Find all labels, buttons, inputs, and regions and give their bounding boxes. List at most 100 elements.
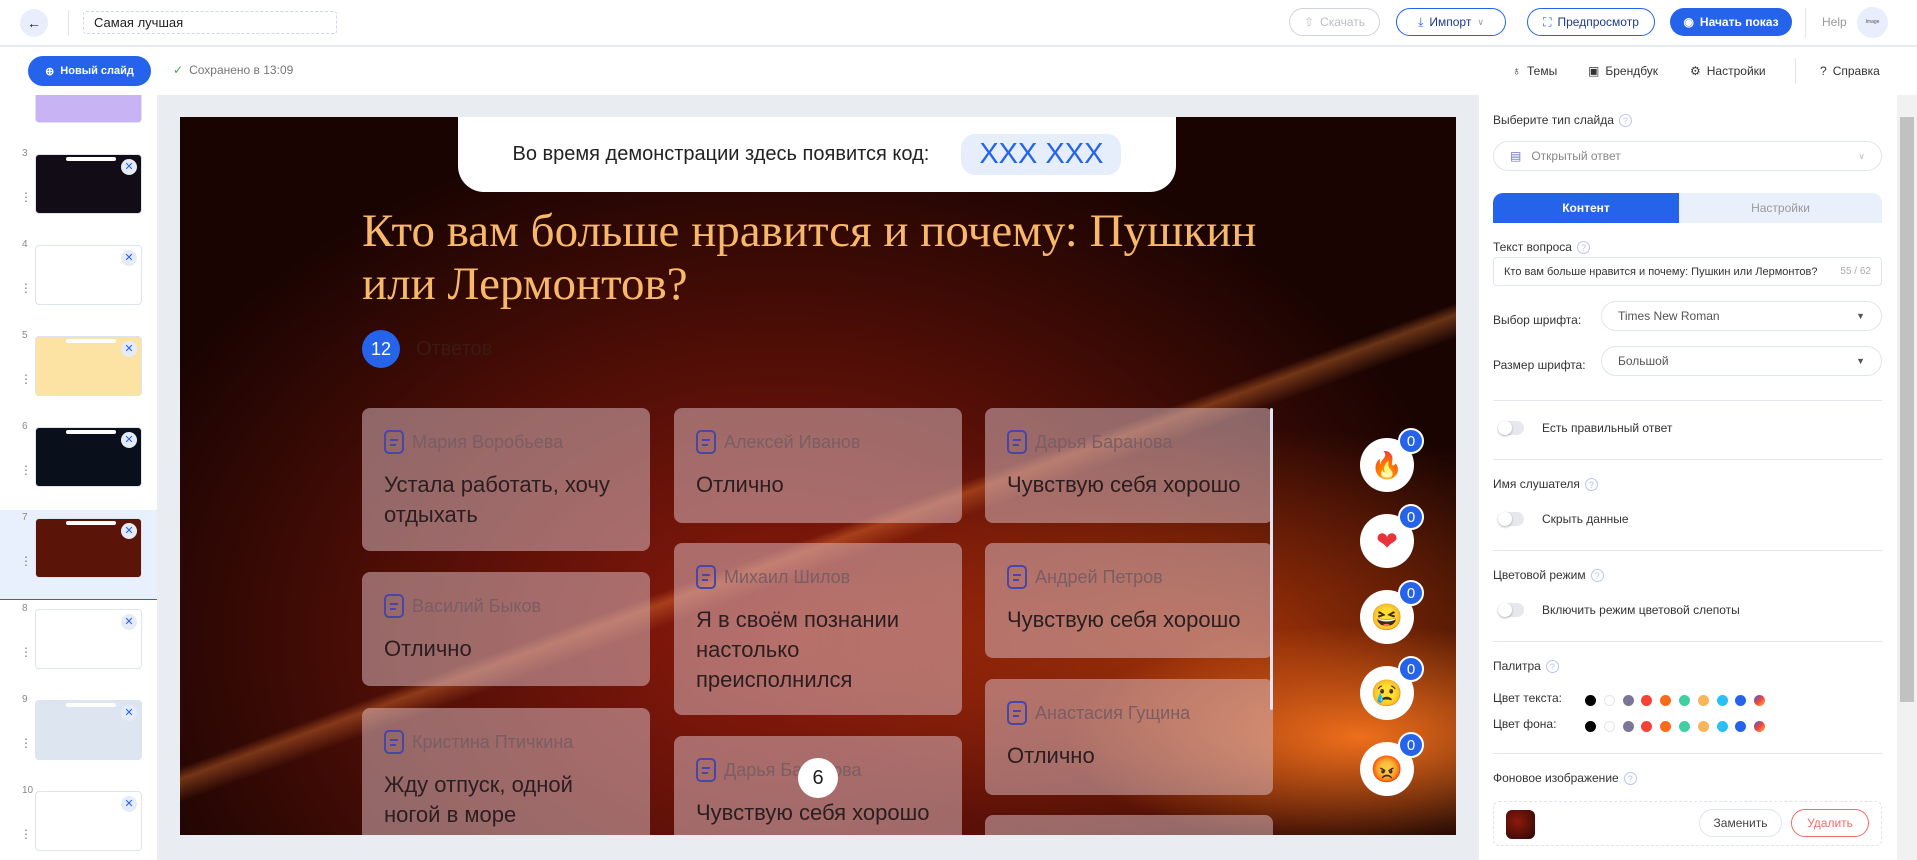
bg-color-swatch[interactable] <box>1641 721 1653 732</box>
scrollbar-thumb[interactable] <box>1900 117 1914 702</box>
question-input[interactable]: Кто вам больше нравится и почему: Пушкин… <box>1493 257 1882 286</box>
drag-handle-icon[interactable]: ⋮ <box>20 191 32 203</box>
slide-thumbnail-item[interactable]: 10 ✕ ⋮ <box>0 783 157 860</box>
download-button[interactable]: ⇧ Скачать <box>1289 8 1380 36</box>
drag-handle-icon[interactable]: ⋮ <box>20 373 32 385</box>
text-color-swatch[interactable] <box>1754 695 1766 706</box>
close-icon[interactable]: ✕ <box>121 250 137 266</box>
settings-button[interactable]: ⚙ Настройки <box>1690 64 1766 78</box>
bg-color-swatch[interactable] <box>1697 721 1709 732</box>
delete-button[interactable]: Удалить <box>1791 809 1869 837</box>
drag-handle-icon[interactable]: ⋮ <box>20 464 32 476</box>
close-icon[interactable]: ✕ <box>121 523 137 539</box>
close-icon[interactable]: ✕ <box>121 159 137 175</box>
hide-data-toggle[interactable] <box>1498 512 1524 526</box>
slide-canvas[interactable]: Во время демонстрации здесь появится код… <box>180 117 1456 835</box>
preview-button[interactable]: ⛶ Предпросмотр <box>1527 8 1655 36</box>
slide-thumbnail-item[interactable]: 8 ✕ ⋮ <box>0 601 157 692</box>
slide-thumbnail[interactable]: ✕ <box>35 95 142 123</box>
drag-handle-icon[interactable]: ⋮ <box>20 555 32 567</box>
slide-thumbnail-item[interactable]: 5 ✕ ⋮ <box>0 328 157 419</box>
reaction-count: 0 <box>1398 428 1424 454</box>
slide-title[interactable]: Кто вам больше нравится и почему: Пушкин… <box>362 205 1262 311</box>
font-select[interactable]: Times New Roman ▼ <box>1601 301 1882 331</box>
bg-color-swatch[interactable] <box>1679 721 1690 732</box>
help-icon[interactable]: ? <box>1590 568 1604 582</box>
reaction-button[interactable]: 😆 0 <box>1360 580 1424 644</box>
cards-scrollbar[interactable] <box>1270 408 1273 710</box>
replace-button[interactable]: Заменить <box>1699 809 1782 837</box>
slide-thumbnail-item[interactable]: 4 ✕ ⋮ <box>0 237 157 328</box>
help-icon[interactable]: ? <box>1576 240 1590 254</box>
avatar[interactable]: Image <box>1857 7 1888 38</box>
reaction-button[interactable]: ❤ 0 <box>1360 504 1424 568</box>
reference-button[interactable]: ? Справка <box>1820 64 1880 78</box>
bg-color-swatch[interactable] <box>1754 721 1766 732</box>
slide-thumbnail-item[interactable]: 7 ✕ ⋮ <box>0 510 157 600</box>
slide-thumbnail-item[interactable]: ✕ ⋮ <box>0 95 157 146</box>
slide-thumbnail[interactable]: ✕ <box>35 427 142 487</box>
drag-handle-icon[interactable]: ⋮ <box>20 282 32 294</box>
slide-thumbnail[interactable]: ✕ <box>35 518 142 578</box>
text-color-swatch[interactable] <box>1697 695 1709 706</box>
slide-type-select[interactable]: ▤ Открытый ответ ∨ <box>1493 141 1882 171</box>
slide-thumbnail[interactable]: ✕ <box>35 336 142 396</box>
thumb-code-bar <box>66 248 116 252</box>
close-icon[interactable]: ✕ <box>121 796 137 812</box>
colorblind-toggle[interactable] <box>1498 603 1524 617</box>
text-color-swatch[interactable] <box>1641 695 1653 706</box>
bg-color-swatch[interactable] <box>1622 721 1634 732</box>
new-slide-button[interactable]: ⊕ Новый слайд <box>28 56 151 86</box>
slide-thumbnail[interactable]: ✕ <box>35 791 142 851</box>
correct-answer-toggle[interactable] <box>1498 421 1524 435</box>
drag-handle-icon[interactable]: ⋮ <box>20 737 32 749</box>
bg-color-swatch[interactable] <box>1603 721 1615 732</box>
slide-thumbnail[interactable]: ✕ <box>35 154 142 214</box>
import-button[interactable]: ⤓ Импорт ∨ <box>1396 8 1506 36</box>
tab-content[interactable]: Контент <box>1493 193 1679 223</box>
bg-color-swatch[interactable] <box>1660 721 1672 732</box>
bg-color-swatch[interactable] <box>1735 721 1747 732</box>
brandbook-button[interactable]: ▣ Брендбук <box>1588 64 1658 78</box>
text-color-swatch[interactable] <box>1679 695 1690 706</box>
answer-card: Василий Быков Отлично <box>362 572 650 686</box>
close-icon[interactable]: ✕ <box>121 614 137 630</box>
slide-thumbnail[interactable]: ✕ <box>35 609 142 669</box>
bg-color-swatch[interactable] <box>1716 721 1728 732</box>
reaction-button[interactable]: 😡 0 <box>1360 732 1424 796</box>
bg-color-swatch[interactable] <box>1585 721 1596 732</box>
drag-handle-icon[interactable]: ⋮ <box>20 828 32 840</box>
help-icon[interactable]: ? <box>1545 659 1559 673</box>
slide-thumbnail-item[interactable]: 6 ✕ ⋮ <box>0 419 157 510</box>
slide-list[interactable]: ✕ ⋮3 ✕ ⋮4 ✕ ⋮5 ✕ ⋮6 ✕ ⋮7 ✕ ⋮8 ✕ ⋮9 ✕ ⋮10… <box>0 95 157 860</box>
close-icon[interactable]: ✕ <box>121 341 137 357</box>
drag-handle-icon[interactable]: ⋮ <box>20 646 32 658</box>
help-icon[interactable]: ? <box>1623 771 1637 785</box>
close-icon[interactable]: ✕ <box>121 432 137 448</box>
slide-thumbnail-item[interactable]: 9 ✕ ⋮ <box>0 692 157 783</box>
reaction-button[interactable]: 😢 0 <box>1360 656 1424 720</box>
font-size-select[interactable]: Большой ▼ <box>1601 346 1882 376</box>
slide-thumbnail[interactable]: ✕ <box>35 245 142 305</box>
text-color-swatch[interactable] <box>1660 695 1672 706</box>
text-color-swatch[interactable] <box>1716 695 1728 706</box>
slide-thumbnail-item[interactable]: 3 ✕ ⋮ <box>0 146 157 237</box>
text-color-swatch[interactable] <box>1622 695 1634 706</box>
text-color-swatch[interactable] <box>1585 695 1596 706</box>
back-button[interactable]: ← <box>20 9 48 37</box>
reaction-button[interactable]: 🔥 0 <box>1360 428 1424 492</box>
help-icon[interactable]: ? <box>1618 113 1632 127</box>
start-show-button[interactable]: ◉ Начать показ <box>1670 8 1792 36</box>
close-icon[interactable]: ✕ <box>121 705 137 721</box>
panel-scrollbar[interactable] <box>1897 95 1917 860</box>
start-label: Начать показ <box>1699 15 1779 29</box>
help-circle-icon: ? <box>1820 64 1827 78</box>
slide-thumbnail[interactable]: ✕ <box>35 700 142 760</box>
themes-button[interactable]: ♁ Темы <box>1512 64 1557 78</box>
help-icon[interactable]: ? <box>1584 477 1598 491</box>
text-color-swatch[interactable] <box>1603 695 1615 706</box>
tab-settings[interactable]: Настройки <box>1679 193 1882 223</box>
text-color-swatch[interactable] <box>1735 695 1747 706</box>
presentation-title-input[interactable]: Самая лучшая <box>83 11 337 34</box>
help-link[interactable]: Help <box>1822 15 1847 29</box>
